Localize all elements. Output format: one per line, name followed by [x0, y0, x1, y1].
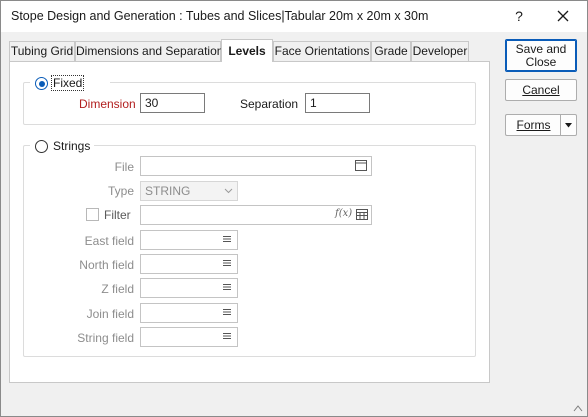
cancel-button[interactable]: Cancel: [505, 79, 577, 101]
title-bar: Stope Design and Generation : Tubes and …: [1, 1, 587, 32]
dimension-input[interactable]: 30: [140, 93, 205, 113]
tab-levels[interactable]: Levels: [221, 39, 273, 62]
function-icon[interactable]: f(x): [335, 208, 352, 219]
tab-face-orientations[interactable]: Face Orientations: [273, 41, 371, 61]
filter-checkbox[interactable]: [86, 208, 99, 221]
z-field-label: Z field: [101, 282, 134, 296]
chevron-down-icon: [224, 188, 233, 194]
string-field-label: String field: [77, 331, 134, 345]
tab-tubing-grid[interactable]: Tubing Grid: [9, 41, 75, 61]
dialog-window: Stope Design and Generation : Tubes and …: [0, 0, 588, 417]
strings-radio[interactable]: [35, 140, 48, 153]
filter-label: Filter: [104, 208, 131, 222]
strings-group: [23, 145, 476, 357]
tab-grade[interactable]: Grade: [371, 41, 411, 61]
strings-radio-label[interactable]: Strings: [53, 139, 90, 153]
forms-button-label: Forms: [516, 118, 551, 132]
triangle-down-icon: [565, 123, 572, 128]
east-field-label: East field: [84, 234, 134, 248]
forms-button[interactable]: Forms: [505, 114, 561, 136]
table-icon[interactable]: [356, 209, 368, 220]
tab-dimensions-separations[interactable]: Dimensions and Separations: [75, 41, 229, 61]
tab-strip: Tubing Grid Dimensions and Separations L…: [9, 39, 489, 62]
file-label: File: [114, 160, 134, 174]
cancel-button-label: Cancel: [522, 83, 560, 97]
save-and-close-button[interactable]: Save and Close: [505, 39, 577, 72]
close-button[interactable]: [549, 5, 577, 27]
type-label: Type: [107, 184, 134, 198]
fixed-radio[interactable]: [35, 77, 48, 90]
tab-developer[interactable]: Developer: [411, 41, 469, 61]
list-icon[interactable]: [223, 283, 231, 291]
separation-input[interactable]: 1: [305, 93, 370, 113]
list-icon[interactable]: [223, 235, 231, 243]
help-button[interactable]: ?: [509, 5, 529, 27]
separation-label: Separation: [240, 97, 299, 111]
resize-grip-icon[interactable]: [573, 404, 583, 412]
close-icon: [557, 10, 569, 22]
levels-panel: Fixed Dimension 30 Separation 1 Strings …: [9, 61, 490, 383]
file-browse-icon[interactable]: [355, 160, 367, 171]
list-icon[interactable]: [223, 308, 231, 316]
fixed-radio-label[interactable]: Fixed: [50, 75, 85, 91]
join-field-label: Join field: [86, 307, 134, 321]
file-input[interactable]: [140, 156, 372, 176]
dimension-label: Dimension: [79, 97, 136, 111]
window-title: Stope Design and Generation : Tubes and …: [11, 9, 429, 23]
north-field-label: North field: [79, 258, 134, 272]
list-icon[interactable]: [223, 259, 231, 267]
forms-dropdown-button[interactable]: [560, 114, 577, 136]
type-select-value: STRING: [145, 184, 191, 198]
list-icon[interactable]: [223, 332, 231, 340]
